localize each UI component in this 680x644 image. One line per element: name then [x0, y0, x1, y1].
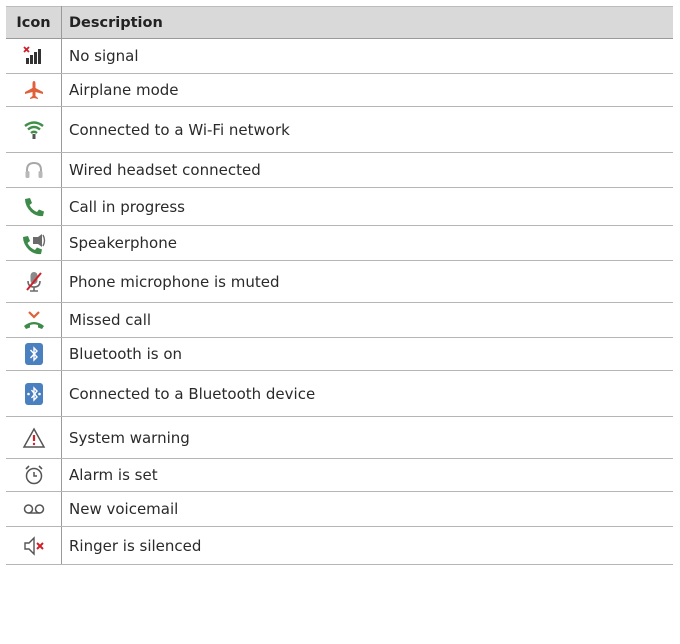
table-row: Wired headset connected: [6, 152, 673, 188]
ringer-silenced-icon: [23, 535, 44, 556]
table-row: System warning: [6, 416, 673, 459]
headset-icon: [25, 161, 42, 178]
table-row: Connected to a Wi-Fi network: [6, 106, 673, 153]
system-warning-icon: [22, 426, 45, 448]
voicemail-icon: [23, 504, 44, 514]
description-cell: System warning: [61, 416, 673, 459]
call-in-progress-icon: [24, 197, 44, 216]
description-cell: Connected to a Wi-Fi network: [61, 106, 673, 153]
bluetooth-connected-icon: [24, 382, 43, 405]
description-cell: Missed call: [61, 302, 673, 338]
wifi-connected-icon: [23, 120, 44, 139]
description-cell: Ringer is silenced: [61, 526, 673, 565]
speakerphone-icon: [22, 234, 45, 255]
table-row: Phone microphone is muted: [6, 260, 673, 303]
description-cell: Bluetooth is on: [61, 337, 673, 371]
description-cell: Alarm is set: [61, 458, 673, 492]
missed-call-icon: [23, 311, 44, 329]
table-row: Alarm is set: [6, 458, 673, 492]
status-icon-table: Icon Description No signal Airplane mode…: [6, 6, 673, 565]
table-row: Connected to a Bluetooth device: [6, 370, 673, 417]
description-cell: Phone microphone is muted: [61, 260, 673, 303]
table-row: Airplane mode: [6, 73, 673, 107]
table-row: Bluetooth is on: [6, 337, 673, 371]
table-row: New voicemail: [6, 491, 673, 527]
status-icon-table-wrapper: Icon Description No signal Airplane mode…: [6, 6, 673, 565]
description-cell: Call in progress: [61, 187, 673, 226]
no-signal-icon: [22, 46, 41, 64]
airplane-mode-icon: [24, 81, 43, 99]
alarm-icon: [24, 465, 43, 485]
table-header-row: Icon Description: [6, 6, 673, 39]
description-cell: Speakerphone: [61, 225, 673, 261]
table-row: Call in progress: [6, 187, 673, 226]
description-cell: New voicemail: [61, 491, 673, 527]
description-cell: No signal: [61, 38, 673, 74]
bluetooth-on-icon: [24, 343, 43, 365]
table-row: Ringer is silenced: [6, 526, 673, 565]
table-row: Missed call: [6, 302, 673, 338]
table-row: Speakerphone: [6, 225, 673, 261]
description-cell: Connected to a Bluetooth device: [61, 370, 673, 417]
description-cell: Airplane mode: [61, 73, 673, 107]
table-row: No signal: [6, 38, 673, 74]
icon-column-header: Icon: [6, 6, 62, 39]
description-cell: Wired headset connected: [61, 152, 673, 188]
description-column-header: Description: [61, 6, 673, 39]
microphone-muted-icon: [25, 271, 42, 292]
